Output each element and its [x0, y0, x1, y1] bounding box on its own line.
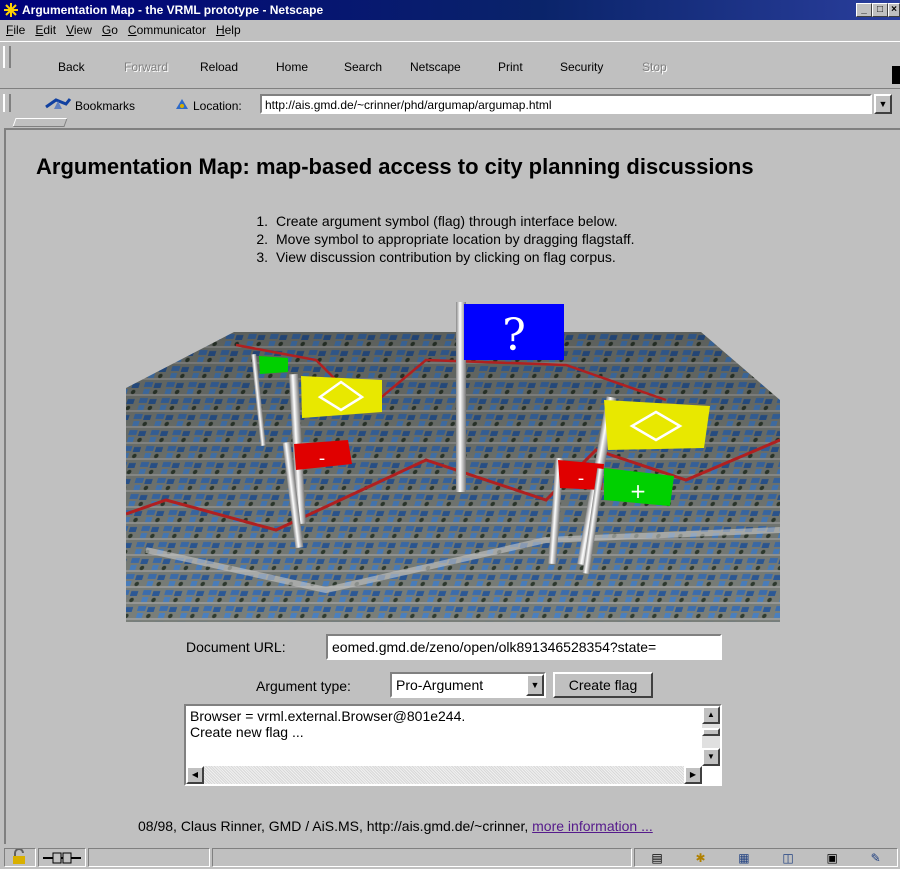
- status-bar: ▤ ✱ ▦ ◫ ▣ ✎: [0, 846, 900, 869]
- map-terrain: [126, 332, 780, 622]
- location-icon: [174, 97, 190, 114]
- connection-status-icon: [38, 848, 86, 867]
- reload-button[interactable]: Reload: [200, 60, 238, 74]
- discussions-icon[interactable]: ◫: [782, 851, 793, 865]
- svg-text:-: -: [578, 468, 585, 489]
- bookmarks-button[interactable]: Bookmarks: [44, 97, 135, 114]
- scroll-down-icon[interactable]: ▼: [702, 748, 720, 766]
- menu-file[interactable]: File: [2, 23, 31, 37]
- console-textarea[interactable]: Browser = vrml.external.Browser@801e244.…: [184, 704, 722, 786]
- security-lock-icon[interactable]: [4, 848, 36, 867]
- locationbar-grip[interactable]: [3, 94, 11, 112]
- close-button[interactable]: ×: [888, 3, 900, 17]
- vrml-3d-map-view[interactable]: ? - - +: [126, 300, 780, 622]
- page-footer: 08/98, Claus Rinner, GMD / AiS.MS, http:…: [138, 818, 653, 834]
- create-flag-button[interactable]: Create flag: [553, 672, 653, 698]
- navigator-icon[interactable]: ▤: [651, 851, 662, 865]
- edit-pencil-icon[interactable]: ✎: [871, 851, 881, 865]
- svg-text:-: -: [319, 448, 326, 469]
- menu-view[interactable]: View: [62, 23, 98, 37]
- toolbar-collapse-tab[interactable]: [12, 118, 68, 127]
- minimize-button[interactable]: _: [856, 3, 872, 17]
- scroll-thumb[interactable]: [702, 728, 720, 736]
- menu-communicator[interactable]: Communicator: [124, 23, 212, 37]
- footer-credit: 08/98, Claus Rinner, GMD / AiS.MS, http:…: [138, 818, 533, 834]
- location-label: Location:: [193, 98, 242, 113]
- progress-area: [88, 848, 210, 867]
- argument-type-select[interactable]: Pro-Argument ▼: [390, 672, 546, 698]
- security-button[interactable]: Security: [560, 60, 603, 74]
- bookmarks-icon: [44, 97, 72, 114]
- scroll-right-icon[interactable]: ▶: [684, 766, 702, 784]
- menu-edit[interactable]: Edit: [31, 23, 62, 37]
- menu-bar: File Edit View Go Communicator Help: [0, 20, 900, 40]
- flag-question-symbol: ?: [502, 310, 526, 361]
- location-dropdown-button[interactable]: ▼: [874, 94, 892, 114]
- menu-help[interactable]: Help: [212, 23, 247, 37]
- scroll-left-icon[interactable]: ◀: [186, 766, 204, 784]
- component-bar: ▤ ✱ ▦ ◫ ▣ ✎: [634, 848, 898, 867]
- mail-icon[interactable]: ✱: [695, 851, 705, 865]
- search-button[interactable]: Search: [344, 60, 382, 74]
- menu-go[interactable]: Go: [98, 23, 124, 37]
- netscape-throbber-icon: [892, 66, 900, 84]
- location-toolbar: Bookmarks Location: http://ais.gmd.de/~c…: [0, 92, 900, 116]
- maximize-button[interactable]: □: [872, 3, 888, 17]
- page-title: Argumentation Map: map-based access to c…: [36, 154, 754, 179]
- chevron-down-icon[interactable]: ▼: [526, 674, 544, 696]
- back-button[interactable]: Back: [58, 60, 85, 74]
- navigation-toolbar: Back Forward Reload Home Search Netscape…: [0, 41, 900, 89]
- step-item: 2. Move symbol to appropriate location by…: [256, 231, 635, 247]
- forward-button[interactable]: Forward: [124, 60, 168, 74]
- document-url-label: Document URL:: [186, 639, 286, 655]
- document-url-input[interactable]: eomed.gmd.de/zeno/open/olk891346528354?s…: [326, 634, 722, 660]
- console-text: Browser = vrml.external.Browser@801e244.…: [190, 708, 466, 740]
- location-label-group: Location:: [174, 97, 242, 114]
- svg-text:+: +: [630, 479, 647, 503]
- step-item: 1. Create argument symbol (flag) through …: [256, 213, 618, 229]
- console-vertical-scrollbar[interactable]: ▲ ▼: [702, 706, 720, 766]
- location-url-input[interactable]: http://ais.gmd.de/~crinner/phd/argumap/a…: [260, 94, 872, 114]
- toolbar-grip[interactable]: [3, 46, 11, 68]
- window-titlebar[interactable]: Argumentation Map - the VRML prototype -…: [0, 0, 900, 20]
- netscape-button[interactable]: Netscape: [410, 60, 461, 74]
- scroll-up-icon[interactable]: ▲: [702, 706, 720, 724]
- more-information-link[interactable]: more information ...: [532, 818, 653, 834]
- page-content: Argumentation Map: map-based access to c…: [4, 128, 900, 844]
- bookmarks-label: Bookmarks: [75, 98, 136, 113]
- step-item: 3. View discussion contribution by clicki…: [256, 249, 616, 265]
- status-message-area: [212, 848, 632, 867]
- print-button[interactable]: Print: [498, 60, 523, 74]
- window-title: Argumentation Map - the VRML prototype -…: [22, 3, 324, 17]
- instruction-steps: 1. Create argument symbol (flag) through …: [246, 212, 635, 266]
- home-button[interactable]: Home: [276, 60, 308, 74]
- console-horizontal-scrollbar[interactable]: ◀ ▶: [186, 766, 702, 784]
- netscape-app-icon: [3, 2, 19, 18]
- inbox-icon[interactable]: ▦: [738, 851, 749, 865]
- argument-type-value: Pro-Argument: [396, 677, 484, 693]
- composer-icon[interactable]: ▣: [826, 851, 837, 865]
- stop-button[interactable]: Stop: [642, 60, 667, 74]
- argument-type-label: Argument type:: [256, 678, 351, 694]
